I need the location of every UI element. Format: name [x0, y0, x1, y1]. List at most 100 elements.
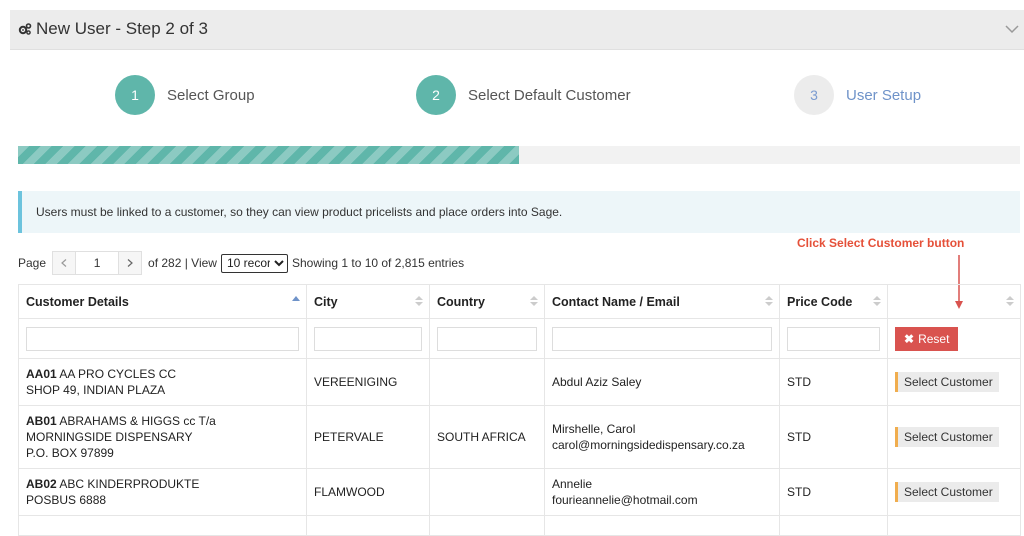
reset-button[interactable]: ✖ Reset	[895, 326, 959, 351]
contact-name: Mirshelle, Carol	[552, 422, 636, 436]
step-user-setup: 3 User Setup	[794, 75, 921, 115]
annotation-text: Click Select Customer button	[797, 236, 965, 250]
col-header-label: Price Code	[787, 294, 853, 309]
action-cell: Select Customer	[887, 405, 1021, 469]
showing-entries-text: Showing 1 to 10 of 2,815 entries	[291, 256, 465, 270]
filter-customer-details-input[interactable]	[26, 326, 299, 351]
filter-country-input[interactable]	[437, 326, 537, 351]
table-cell	[18, 515, 307, 536]
customer-name: ABC KINDERPRODUKTE	[59, 477, 200, 491]
prev-page-button[interactable]	[52, 251, 77, 275]
sort-icon	[765, 296, 773, 306]
select-customer-button[interactable]: Select Customer	[895, 482, 999, 502]
sort-asc-icon	[292, 296, 300, 301]
wizard-progress-bar	[18, 146, 1020, 164]
price-code-cell: STD	[779, 358, 888, 406]
col-header-country[interactable]: Country	[429, 284, 545, 319]
sort-icon	[415, 296, 423, 306]
filter-city-input[interactable]	[314, 326, 422, 351]
customer-code: AB02	[26, 477, 57, 491]
col-header-city[interactable]: City	[306, 284, 430, 319]
table-header-row: Customer Details City Country Contact Na…	[18, 284, 1021, 319]
contact-cell: Annelie fourieannelie@hotmail.com	[544, 468, 780, 516]
city-cell: PETERVALE	[306, 405, 430, 469]
customer-details-cell: AB01 ABRAHAMS & HIGGS cc T/a MORNINGSIDE…	[18, 405, 307, 469]
sort-icon	[873, 296, 881, 306]
step-label: Select Group	[167, 86, 255, 104]
info-text: Users must be linked to a customer, so t…	[36, 205, 563, 219]
customers-table: Customer Details City Country Contact Na…	[18, 284, 1021, 536]
chevron-right-icon	[127, 259, 133, 267]
customer-name: AA PRO CYCLES CC	[59, 367, 177, 381]
filter-cell	[429, 318, 545, 359]
customer-address: P.O. BOX 97899	[26, 446, 114, 460]
records-per-page-select[interactable]: 10 records	[220, 253, 288, 273]
col-header-label: City	[314, 294, 338, 309]
cogs-icon	[18, 23, 32, 35]
table-row: AA01 AA PRO CYCLES CC SHOP 49, INDIAN PL…	[18, 358, 1021, 406]
customer-address: POSBUS 6888	[26, 493, 107, 507]
customer-details-cell: AB02 ABC KINDERPRODUKTE POSBUS 6888	[18, 468, 307, 516]
select-customer-button[interactable]: Select Customer	[895, 372, 999, 392]
filter-price-code-input[interactable]	[787, 326, 880, 351]
contact-cell: Mirshelle, Carol carol@morningsidedispen…	[544, 405, 780, 469]
customer-address: SHOP 49, INDIAN PLAZA	[26, 383, 166, 397]
country-cell: SOUTH AFRICA	[429, 405, 545, 469]
customer-code: AA01	[26, 367, 57, 381]
panel-header: New User - Step 2 of 3	[10, 10, 1024, 50]
country-cell	[429, 468, 545, 516]
step-number: 3	[794, 75, 834, 115]
panel-title-text: New User - Step 2 of 3	[36, 19, 208, 38]
table-cell	[306, 515, 430, 536]
contact-name: Abdul Aziz Saley	[552, 375, 642, 389]
col-header-label: Contact Name / Email	[552, 294, 680, 309]
action-cell: Select Customer	[887, 358, 1021, 406]
table-row: AB02 ABC KINDERPRODUKTE POSBUS 6888 FLAM…	[18, 468, 1021, 516]
col-header-price-code[interactable]: Price Code	[779, 284, 888, 319]
step-label: Select Default Customer	[468, 86, 631, 104]
contact-name: Annelie	[552, 477, 593, 491]
country-cell	[429, 358, 545, 406]
price-code-cell: STD	[779, 405, 888, 469]
step-select-group: 1 Select Group	[115, 75, 255, 115]
reset-label: Reset	[918, 331, 950, 346]
filter-cell	[544, 318, 780, 359]
contact-cell: Abdul Aziz Saley	[544, 358, 780, 406]
filter-cell	[779, 318, 888, 359]
filter-cell	[18, 318, 307, 359]
filter-row: ✖ Reset	[18, 318, 1021, 359]
step-number: 1	[115, 75, 155, 115]
panel-title: New User - Step 2 of 3	[18, 19, 208, 39]
customer-code: AB01	[26, 414, 57, 428]
sort-icon	[1006, 296, 1014, 306]
table-cell	[779, 515, 888, 536]
close-icon: ✖	[904, 331, 915, 346]
col-header-actions[interactable]	[887, 284, 1021, 319]
wizard-steps: 1 Select Group 2 Select Default Customer…	[0, 75, 1024, 117]
customer-details-cell: AA01 AA PRO CYCLES CC SHOP 49, INDIAN PL…	[18, 358, 307, 406]
filter-contact-input[interactable]	[552, 326, 772, 351]
col-header-customer-details[interactable]: Customer Details	[18, 284, 307, 319]
col-header-contact[interactable]: Contact Name / Email	[544, 284, 780, 319]
next-page-button[interactable]	[118, 251, 143, 275]
table-cell	[429, 515, 545, 536]
step-label: User Setup	[846, 86, 922, 104]
sort-icon	[530, 296, 538, 306]
action-cell: Select Customer	[887, 468, 1021, 516]
city-cell: VEREENIGING	[306, 358, 430, 406]
step-number: 2	[416, 75, 456, 115]
contact-email: carol@morningsidedispensary.co.za	[552, 438, 745, 452]
select-customer-button[interactable]: Select Customer	[895, 427, 999, 447]
page-total-text: of 282 | View	[148, 256, 217, 270]
col-header-label: Country	[437, 294, 485, 309]
table-cell	[544, 515, 780, 536]
chevron-down-icon[interactable]	[1004, 22, 1020, 36]
filter-cell	[306, 318, 430, 359]
col-header-label: Customer Details	[26, 294, 129, 309]
table-row	[18, 515, 1021, 536]
page-number-input[interactable]	[76, 251, 119, 275]
table-cell	[887, 515, 1021, 536]
city-cell: FLAMWOOD	[306, 468, 430, 516]
info-alert: Users must be linked to a customer, so t…	[18, 191, 1020, 233]
progress-fill	[18, 146, 519, 164]
